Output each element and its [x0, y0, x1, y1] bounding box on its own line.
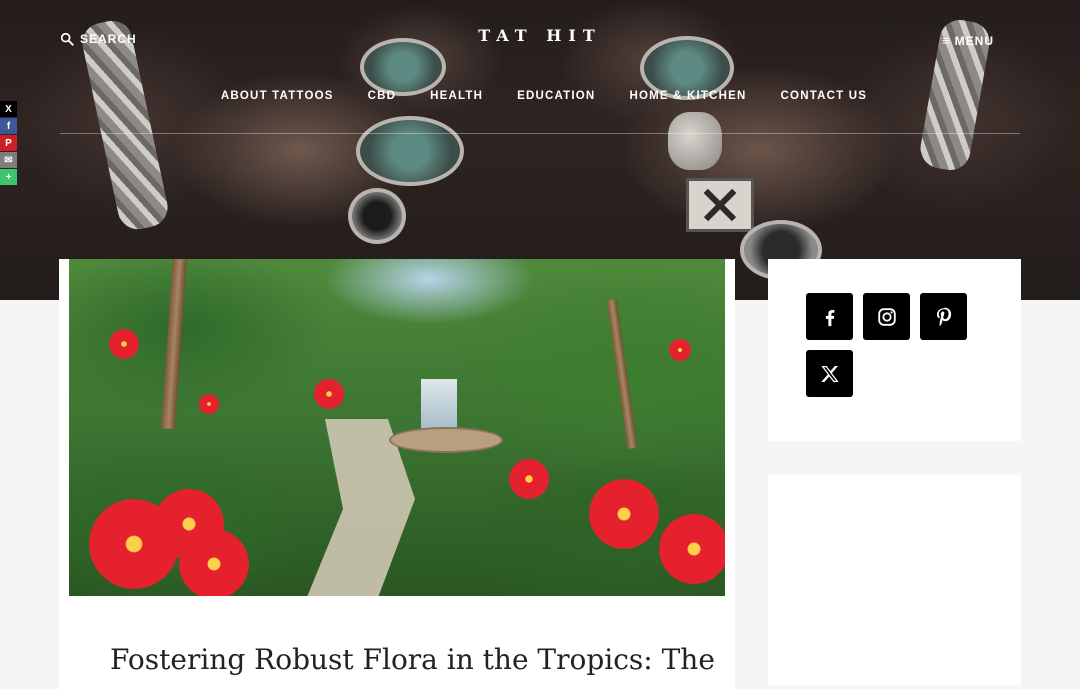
- menu-toggle[interactable]: ≡ MENU: [942, 33, 994, 48]
- nav-about-tattoos[interactable]: ABOUT TATTOOS: [221, 90, 334, 102]
- x-link[interactable]: [806, 350, 853, 397]
- more-icon: +: [5, 171, 12, 183]
- nav-home-kitchen[interactable]: HOME & KITCHEN: [629, 90, 746, 102]
- share-facebook-button[interactable]: f: [0, 118, 17, 134]
- pinterest-icon: [936, 307, 951, 326]
- hamburger-icon: ≡: [942, 33, 951, 48]
- menu-label: MENU: [954, 33, 994, 48]
- share-x-button[interactable]: X: [0, 101, 17, 117]
- facebook-icon: [825, 309, 834, 326]
- nav-cbd[interactable]: CBD: [368, 90, 397, 102]
- social-icons: [806, 293, 986, 397]
- post-card: Fostering Robust Flora in the Tropics: T…: [59, 259, 735, 689]
- site-title[interactable]: TAT HIT: [60, 26, 1020, 45]
- post-title[interactable]: Fostering Robust Flora in the Tropics: T…: [110, 643, 715, 676]
- featured-image[interactable]: [69, 259, 725, 596]
- x-icon: X: [5, 103, 12, 115]
- pinterest-icon: P: [5, 137, 12, 149]
- x-icon: [820, 365, 839, 382]
- facebook-icon: f: [6, 120, 11, 132]
- primary-nav: ABOUT TATTOOS CBD HEALTH EDUCATION HOME …: [60, 90, 1020, 102]
- pinterest-link[interactable]: [920, 293, 967, 340]
- share-email-button[interactable]: ✉: [0, 152, 17, 168]
- site-header: SEARCH TAT HIT ≡ MENU ABOUT TATTOOS CBD …: [60, 20, 1020, 134]
- nav-contact-us[interactable]: CONTACT US: [781, 90, 868, 102]
- nav-health[interactable]: HEALTH: [430, 90, 483, 102]
- email-icon: ✉: [4, 154, 13, 166]
- social-widget: [768, 259, 1021, 441]
- sidebar-widget-empty: [768, 475, 1021, 685]
- share-pinterest-button[interactable]: P: [0, 135, 17, 151]
- nav-education[interactable]: EDUCATION: [517, 90, 595, 102]
- instagram-icon: [877, 307, 896, 326]
- instagram-link[interactable]: [863, 293, 910, 340]
- facebook-link[interactable]: [806, 293, 853, 340]
- floating-share-bar: X f P ✉ +: [0, 101, 17, 185]
- share-more-button[interactable]: +: [0, 169, 17, 185]
